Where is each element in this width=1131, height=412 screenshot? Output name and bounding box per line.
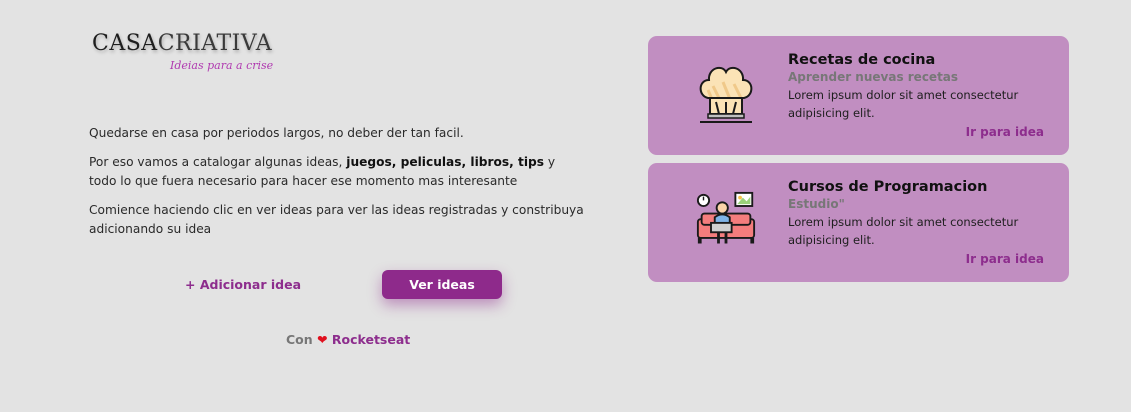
card-title: Cursos de Programacion	[788, 179, 988, 195]
footer-brand: Rocketseat	[331, 332, 411, 347]
card-body: Cursos de Programacion Estudio" Lorem ip…	[788, 179, 1048, 249]
go-to-idea-link[interactable]: Ir para idea	[966, 252, 1044, 266]
logo-light: CRIATIVA	[157, 31, 273, 56]
logo-bold: CASA	[92, 31, 158, 56]
intro-text: Quedarse en casa por periodos largos, no…	[89, 124, 584, 249]
add-idea-link[interactable]: + Adicionar idea	[185, 277, 301, 292]
chef-hat-icon	[699, 66, 753, 123]
footer-credit: Con ❤ Rocketseat	[286, 332, 410, 347]
logo-wordmark: CASACRIATIVA	[92, 30, 292, 56]
card-body: Recetas de cocina Aprender nuevas receta…	[788, 52, 1048, 122]
footer-prefix: Con	[286, 332, 313, 347]
card-category: Estudio"	[788, 197, 845, 211]
view-ideas-button[interactable]: Ver ideas	[382, 270, 502, 299]
logo: CASACRIATIVA Ideias para a crise	[92, 30, 292, 72]
idea-card: Cursos de Programacion Estudio" Lorem ip…	[648, 163, 1069, 282]
go-to-idea-link[interactable]: Ir para idea	[966, 125, 1044, 139]
card-category: Aprender nuevas recetas	[788, 70, 959, 84]
idea-card: Recetas de cocina Aprender nuevas receta…	[648, 36, 1069, 155]
intro-paragraph-1: Quedarse en casa por periodos largos, no…	[89, 126, 464, 140]
heart-icon: ❤	[317, 332, 328, 347]
card-title: Recetas de cocina	[788, 52, 936, 68]
intro-paragraph-2: Por eso vamos a catalogar algunas ideas,…	[89, 153, 584, 191]
intro-p2-highlight: juegos, peliculas, libros, tips	[346, 155, 544, 169]
card-description: Lorem ipsum dolor sit amet consectetur a…	[788, 88, 1019, 120]
intro-p2-text: Por eso vamos a catalogar algunas ideas,	[89, 155, 347, 169]
person-on-sofa-laptop-icon	[696, 191, 756, 244]
logo-tagline: Ideias para a crise	[170, 59, 274, 72]
intro-paragraph-3: Comience haciendo clic en ver ideas para…	[89, 203, 584, 236]
card-description: Lorem ipsum dolor sit amet consectetur a…	[788, 215, 1019, 247]
